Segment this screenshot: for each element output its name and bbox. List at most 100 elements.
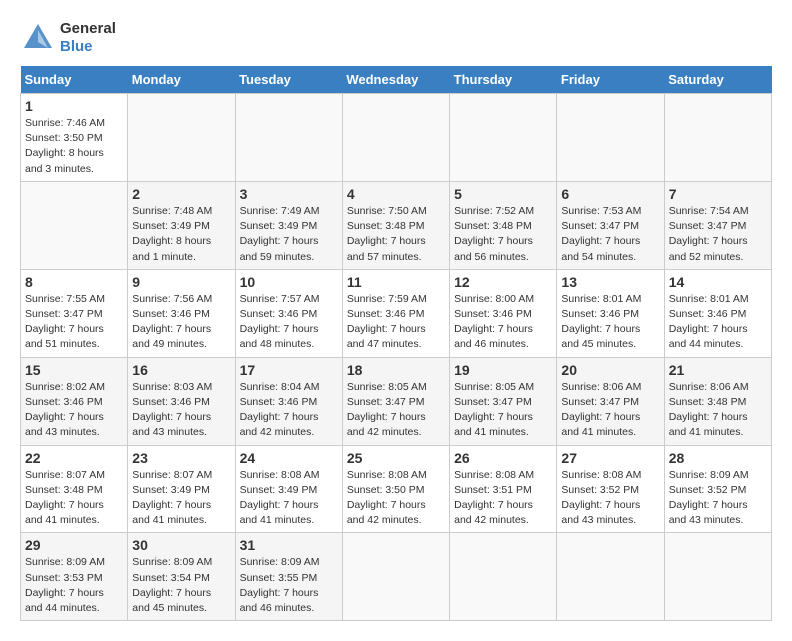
day-number: 13 — [561, 274, 659, 290]
calendar-cell — [21, 181, 128, 269]
calendar-cell: 17 Sunrise: 8:04 AMSunset: 3:46 PMDaylig… — [235, 357, 342, 445]
day-info: Sunrise: 7:53 AMSunset: 3:47 PMDaylight:… — [561, 205, 641, 263]
calendar-table: SundayMondayTuesdayWednesdayThursdayFrid… — [20, 66, 772, 621]
day-number: 11 — [347, 274, 445, 290]
calendar-cell: 8 Sunrise: 7:55 AMSunset: 3:47 PMDayligh… — [21, 269, 128, 357]
calendar-cell: 23 Sunrise: 8:07 AMSunset: 3:49 PMDaylig… — [128, 445, 235, 533]
day-number: 26 — [454, 450, 552, 466]
day-info: Sunrise: 7:50 AMSunset: 3:48 PMDaylight:… — [347, 205, 427, 263]
calendar-cell — [450, 94, 557, 182]
day-info: Sunrise: 8:06 AMSunset: 3:48 PMDaylight:… — [669, 381, 749, 439]
day-number: 23 — [132, 450, 230, 466]
day-info: Sunrise: 8:08 AMSunset: 3:50 PMDaylight:… — [347, 469, 427, 527]
calendar-week-row: 2 Sunrise: 7:48 AMSunset: 3:49 PMDayligh… — [21, 181, 772, 269]
calendar-cell: 2 Sunrise: 7:48 AMSunset: 3:49 PMDayligh… — [128, 181, 235, 269]
day-number: 21 — [669, 362, 767, 378]
page-header: General Blue — [20, 20, 772, 56]
day-info: Sunrise: 7:55 AMSunset: 3:47 PMDaylight:… — [25, 293, 105, 351]
calendar-cell: 14 Sunrise: 8:01 AMSunset: 3:46 PMDaylig… — [664, 269, 771, 357]
day-info: Sunrise: 8:02 AMSunset: 3:46 PMDaylight:… — [25, 381, 105, 439]
logo: General Blue — [20, 20, 116, 56]
day-number: 27 — [561, 450, 659, 466]
day-info: Sunrise: 8:01 AMSunset: 3:46 PMDaylight:… — [561, 293, 641, 351]
day-number: 1 — [25, 98, 123, 114]
day-info: Sunrise: 8:07 AMSunset: 3:49 PMDaylight:… — [132, 469, 212, 527]
calendar-cell: 5 Sunrise: 7:52 AMSunset: 3:48 PMDayligh… — [450, 181, 557, 269]
calendar-cell — [235, 94, 342, 182]
calendar-cell: 25 Sunrise: 8:08 AMSunset: 3:50 PMDaylig… — [342, 445, 449, 533]
calendar-cell: 11 Sunrise: 7:59 AMSunset: 3:46 PMDaylig… — [342, 269, 449, 357]
logo-text: General Blue — [60, 20, 116, 55]
calendar-cell — [128, 94, 235, 182]
day-info: Sunrise: 7:54 AMSunset: 3:47 PMDaylight:… — [669, 205, 749, 263]
calendar-week-row: 15 Sunrise: 8:02 AMSunset: 3:46 PMDaylig… — [21, 357, 772, 445]
day-info: Sunrise: 7:48 AMSunset: 3:49 PMDaylight:… — [132, 205, 212, 263]
day-number: 17 — [240, 362, 338, 378]
day-info: Sunrise: 7:52 AMSunset: 3:48 PMDaylight:… — [454, 205, 534, 263]
day-number: 18 — [347, 362, 445, 378]
day-info: Sunrise: 7:46 AMSunset: 3:50 PMDaylight:… — [25, 117, 105, 175]
day-number: 4 — [347, 186, 445, 202]
day-number: 28 — [669, 450, 767, 466]
calendar-cell — [450, 533, 557, 621]
calendar-cell — [342, 94, 449, 182]
day-number: 31 — [240, 537, 338, 553]
calendar-cell: 12 Sunrise: 8:00 AMSunset: 3:46 PMDaylig… — [450, 269, 557, 357]
day-header-saturday: Saturday — [664, 66, 771, 94]
day-header-sunday: Sunday — [21, 66, 128, 94]
day-number: 25 — [347, 450, 445, 466]
day-info: Sunrise: 8:08 AMSunset: 3:51 PMDaylight:… — [454, 469, 534, 527]
calendar-cell: 6 Sunrise: 7:53 AMSunset: 3:47 PMDayligh… — [557, 181, 664, 269]
day-number: 30 — [132, 537, 230, 553]
day-info: Sunrise: 8:03 AMSunset: 3:46 PMDaylight:… — [132, 381, 212, 439]
calendar-cell: 29 Sunrise: 8:09 AMSunset: 3:53 PMDaylig… — [21, 533, 128, 621]
day-header-monday: Monday — [128, 66, 235, 94]
day-info: Sunrise: 8:09 AMSunset: 3:55 PMDaylight:… — [240, 556, 320, 614]
calendar-cell: 28 Sunrise: 8:09 AMSunset: 3:52 PMDaylig… — [664, 445, 771, 533]
day-number: 9 — [132, 274, 230, 290]
calendar-cell — [557, 94, 664, 182]
day-info: Sunrise: 8:08 AMSunset: 3:52 PMDaylight:… — [561, 469, 641, 527]
day-info: Sunrise: 8:09 AMSunset: 3:54 PMDaylight:… — [132, 556, 212, 614]
calendar-week-row: 22 Sunrise: 8:07 AMSunset: 3:48 PMDaylig… — [21, 445, 772, 533]
calendar-header-row: SundayMondayTuesdayWednesdayThursdayFrid… — [21, 66, 772, 94]
calendar-cell: 15 Sunrise: 8:02 AMSunset: 3:46 PMDaylig… — [21, 357, 128, 445]
day-info: Sunrise: 8:07 AMSunset: 3:48 PMDaylight:… — [25, 469, 105, 527]
day-number: 29 — [25, 537, 123, 553]
day-number: 12 — [454, 274, 552, 290]
day-header-friday: Friday — [557, 66, 664, 94]
calendar-cell: 26 Sunrise: 8:08 AMSunset: 3:51 PMDaylig… — [450, 445, 557, 533]
day-number: 19 — [454, 362, 552, 378]
day-number: 16 — [132, 362, 230, 378]
day-info: Sunrise: 8:04 AMSunset: 3:46 PMDaylight:… — [240, 381, 320, 439]
day-header-wednesday: Wednesday — [342, 66, 449, 94]
day-info: Sunrise: 7:49 AMSunset: 3:49 PMDaylight:… — [240, 205, 320, 263]
calendar-cell: 22 Sunrise: 8:07 AMSunset: 3:48 PMDaylig… — [21, 445, 128, 533]
calendar-cell — [557, 533, 664, 621]
calendar-cell: 3 Sunrise: 7:49 AMSunset: 3:49 PMDayligh… — [235, 181, 342, 269]
day-number: 7 — [669, 186, 767, 202]
calendar-cell: 30 Sunrise: 8:09 AMSunset: 3:54 PMDaylig… — [128, 533, 235, 621]
calendar-cell: 21 Sunrise: 8:06 AMSunset: 3:48 PMDaylig… — [664, 357, 771, 445]
day-number: 5 — [454, 186, 552, 202]
calendar-cell: 10 Sunrise: 7:57 AMSunset: 3:46 PMDaylig… — [235, 269, 342, 357]
calendar-cell: 18 Sunrise: 8:05 AMSunset: 3:47 PMDaylig… — [342, 357, 449, 445]
calendar-cell: 19 Sunrise: 8:05 AMSunset: 3:47 PMDaylig… — [450, 357, 557, 445]
calendar-cell: 24 Sunrise: 8:08 AMSunset: 3:49 PMDaylig… — [235, 445, 342, 533]
calendar-cell: 16 Sunrise: 8:03 AMSunset: 3:46 PMDaylig… — [128, 357, 235, 445]
calendar-cell: 9 Sunrise: 7:56 AMSunset: 3:46 PMDayligh… — [128, 269, 235, 357]
day-info: Sunrise: 8:06 AMSunset: 3:47 PMDaylight:… — [561, 381, 641, 439]
day-info: Sunrise: 8:05 AMSunset: 3:47 PMDaylight:… — [454, 381, 534, 439]
day-number: 6 — [561, 186, 659, 202]
day-number: 15 — [25, 362, 123, 378]
day-number: 10 — [240, 274, 338, 290]
day-number: 3 — [240, 186, 338, 202]
calendar-week-row: 8 Sunrise: 7:55 AMSunset: 3:47 PMDayligh… — [21, 269, 772, 357]
day-info: Sunrise: 7:57 AMSunset: 3:46 PMDaylight:… — [240, 293, 320, 351]
day-info: Sunrise: 8:08 AMSunset: 3:49 PMDaylight:… — [240, 469, 320, 527]
day-number: 24 — [240, 450, 338, 466]
calendar-cell — [342, 533, 449, 621]
calendar-cell: 1 Sunrise: 7:46 AMSunset: 3:50 PMDayligh… — [21, 94, 128, 182]
day-number: 20 — [561, 362, 659, 378]
calendar-cell: 13 Sunrise: 8:01 AMSunset: 3:46 PMDaylig… — [557, 269, 664, 357]
